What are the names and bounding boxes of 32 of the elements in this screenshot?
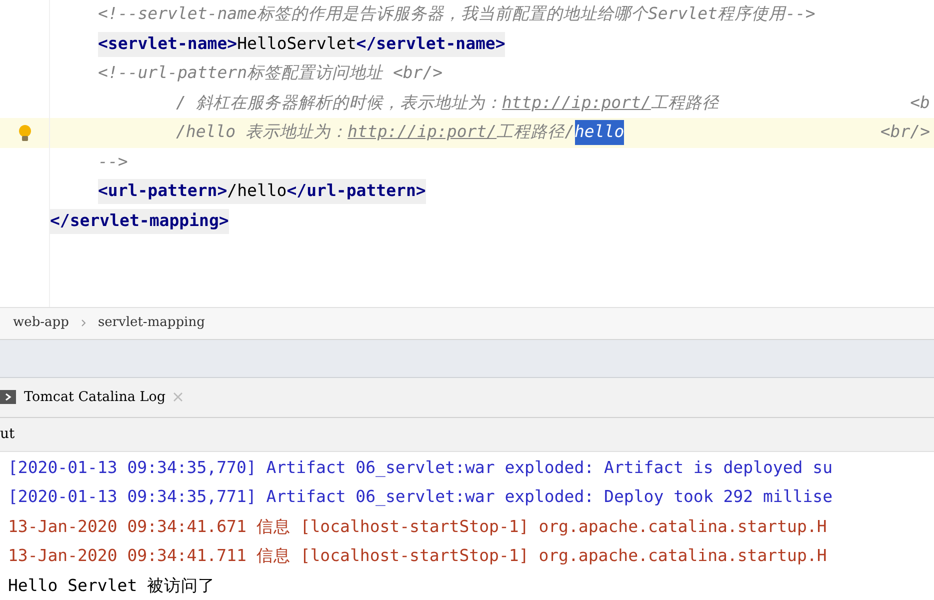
log-line: [2020-01-13 09:34:35,771] Artifact 06_servlet:war exploded: Deploy took 292 millise [8,486,834,508]
selected-text: hello [574,120,624,146]
code-text: <!--url-pattern标签配置访问地址 <br/> [98,62,443,84]
code-link[interactable]: http://ip:port/ [502,90,651,116]
code-text: <b [910,92,931,114]
code-text: HelloServlet [237,32,356,57]
log-line: 13-Jan-2020 09:34:41.711 信息 [localhost-startStop-1] org.apache.catalina.startup.H [8,545,828,567]
code-text: <br/> [880,121,931,144]
code-text: </url-pattern> [286,179,426,204]
code-link[interactable]: http://ip:port/ [348,120,497,146]
code-text: <!--servlet-name标签的作用是告诉服务器，我当前配置的地址给哪个Servlet程序使用--> [98,3,816,26]
code-text: 工程路径 [650,92,719,114]
breadcrumb-item[interactable]: web-app [13,313,69,333]
code-text: /hello 表示地址为： [176,121,348,144]
code-text: 工程路径/ [496,121,574,144]
code-text: --> [98,150,128,173]
code-text: <url-pattern> [98,179,228,204]
console-icon [0,390,16,404]
code-text: </servlet-mapping> [50,208,229,234]
log-line: [2020-01-13 09:34:35,770] Artifact 06_servlet:war exploded: Artifact is deployed su [8,456,834,479]
log-line: 13-Jan-2020 09:34:41.671 信息 [localhost-startStop-1] org.apache.catalina.startup.H [8,516,828,538]
code-text: </servlet-name> [356,32,506,57]
output-label: ut [0,424,15,444]
log-line: Hello Servlet 被访问了 [8,574,216,596]
breadcrumb-item[interactable]: servlet-mapping [98,313,205,333]
chevron-icon [80,319,86,328]
code-text: / 斜杠在服务器解析的时候，表示地址为： [176,92,502,114]
tab-label: Tomcat Catalina Log [24,388,166,407]
lightbulb-icon[interactable] [18,124,32,142]
code-text: /hello [227,179,287,204]
tool-tab[interactable]: Tomcat Catalina Log [0,378,192,417]
code-text: <servlet-name> [98,32,238,57]
